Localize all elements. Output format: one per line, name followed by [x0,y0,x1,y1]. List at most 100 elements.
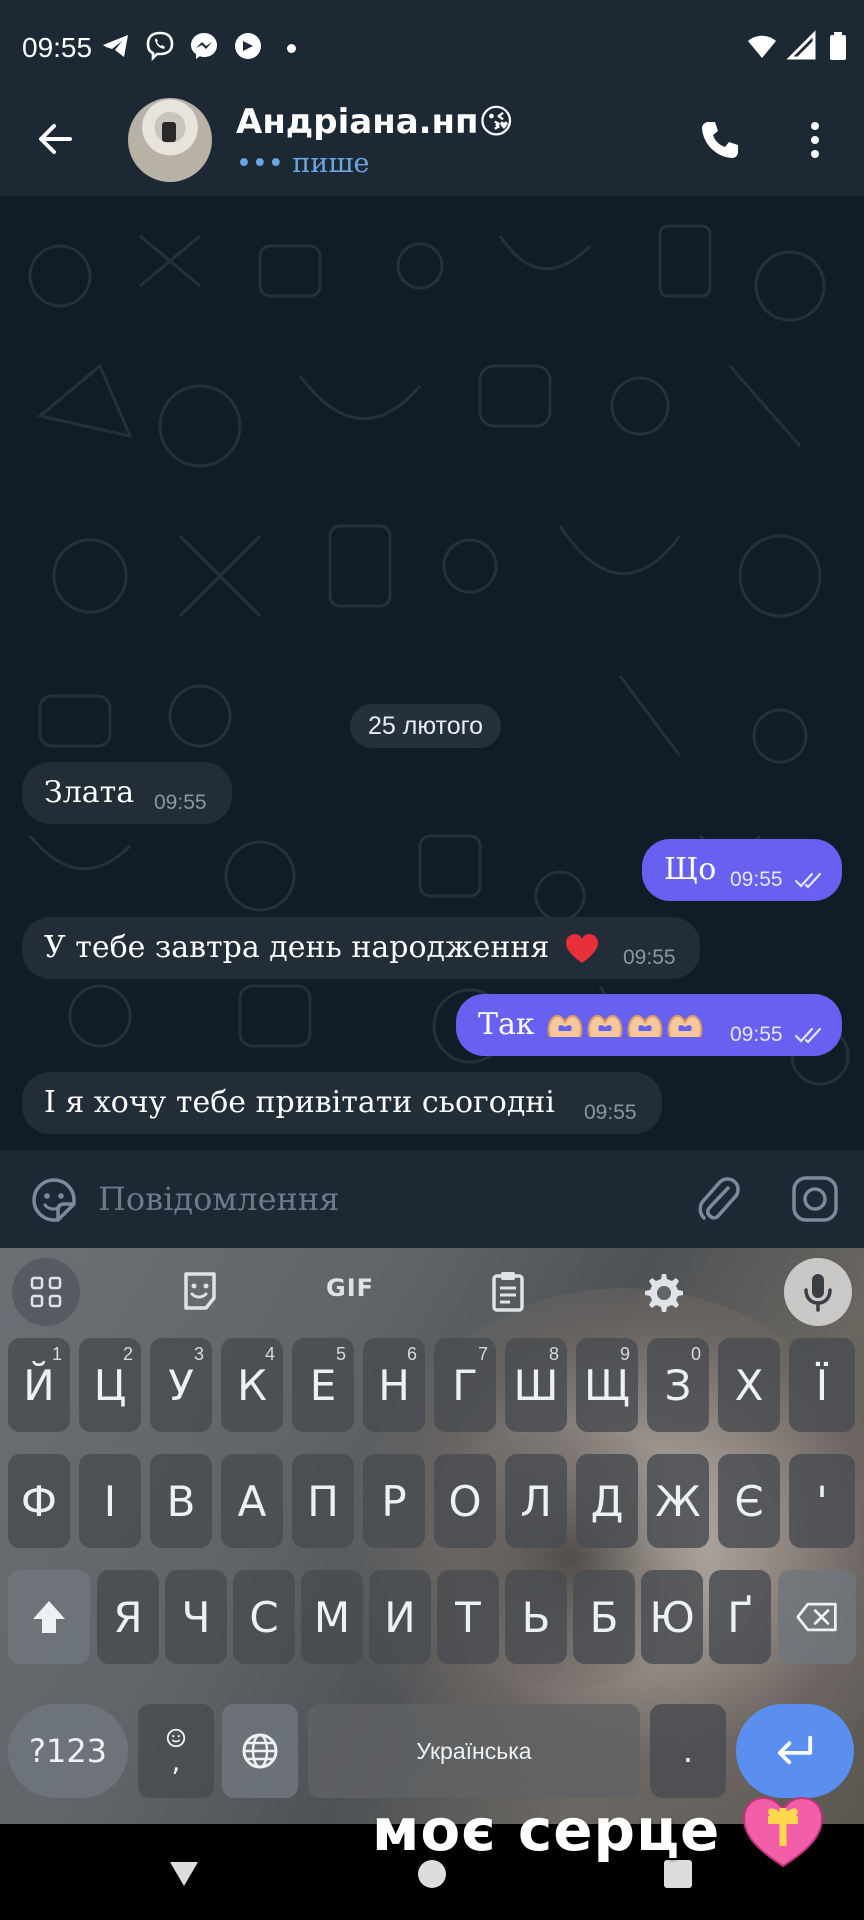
key-row2-8[interactable]: Л [505,1454,567,1548]
message-text: У тебе завтра день народження [44,930,550,965]
wifi-icon [748,35,776,58]
typing-status: ••• пише [236,148,370,179]
key-row2-9[interactable]: Д [576,1454,638,1548]
more-notifications-dot [287,44,296,53]
microphone-icon[interactable] [784,1258,852,1326]
message-incoming[interactable]: У тебе завтра день народження 09:55 [22,917,700,979]
message-time: 09:55 [623,946,676,969]
chat-area[interactable]: 25 лютого Злата 09:55 Що 09:55 У тебе за… [0,196,864,1150]
key-row1-11[interactable]: Х [718,1338,780,1432]
key-row3-4[interactable]: М [301,1570,363,1664]
key-row1-10[interactable]: З0 [647,1338,709,1432]
message-incoming[interactable]: Злата 09:55 [22,762,232,824]
apps-grid-icon[interactable] [12,1258,80,1326]
battery-icon [830,32,846,60]
on-screen-keyboard: GIF Й1 Ц2 У3 К4 Е5 Н6 Г7 Ш8 Щ9 З0 Х Ї Ф … [0,1248,864,1824]
message-incoming[interactable]: І я хочу тебе привітати сьогодні 09:55 [22,1072,662,1134]
emoji-comma-key[interactable]: , [138,1704,214,1798]
key-row3-1[interactable]: Я [97,1570,159,1664]
date-chip: 25 лютого [350,704,502,748]
space-key[interactable]: Українська [308,1704,640,1798]
key-row1-7[interactable]: Г7 [434,1338,496,1432]
heart-hands-emoji [667,1014,703,1037]
heart-hands-emoji [547,1014,583,1037]
key-row2-7[interactable]: О [434,1454,496,1548]
key-row1-3[interactable]: У3 [150,1338,212,1432]
contact-avatar[interactable] [128,98,212,182]
key-row1-2[interactable]: Ц2 [79,1338,141,1432]
message-time: 09:55 [730,1023,783,1046]
enter-key[interactable] [736,1704,854,1798]
key-row2-1[interactable]: Ф [8,1454,70,1548]
key-row2-12[interactable]: ' [789,1454,855,1548]
red-heart-emoji [565,933,598,963]
clipboard-icon[interactable] [474,1258,542,1326]
enter-arrow-icon [777,1735,813,1765]
viber-icon [146,31,174,62]
key-row1-1[interactable]: Й1 [8,1338,70,1432]
key-row2-10[interactable]: Ж [647,1454,709,1548]
key-row2-6[interactable]: Р [363,1454,425,1548]
heart-with-ribbon-emoji [742,1796,824,1868]
message-time: 09:55 [154,791,207,814]
key-row1-4[interactable]: К4 [221,1338,283,1432]
sticker-icon[interactable] [166,1258,234,1326]
key-row3-9[interactable]: Ю [641,1570,703,1664]
message-time: 09:55 [730,868,783,891]
signal-icon [786,30,816,60]
key-row2-2[interactable]: І [79,1454,141,1548]
key-row3-6[interactable]: Т [437,1570,499,1664]
heart-hands-emoji [587,1014,623,1037]
message-outgoing[interactable]: Що 09:55 [642,839,842,901]
shift-key[interactable] [8,1570,90,1664]
key-row2-4[interactable]: А [221,1454,283,1548]
key-row3-10[interactable]: Ґ [709,1570,771,1664]
key-row1-9[interactable]: Щ9 [576,1338,638,1432]
key-row3-7[interactable]: Ь [505,1570,567,1664]
comma-label: , [171,1745,181,1778]
contact-name[interactable]: Андріана.нп😘 [236,102,514,142]
symbols-key[interactable]: ?123 [8,1704,128,1798]
message-composer [0,1150,864,1248]
message-text: Так [478,1007,535,1042]
chat-header: Андріана.нп😘 ••• пише [0,96,864,196]
overlay-caption: моє серце [372,1796,721,1864]
key-row1-8[interactable]: Ш8 [505,1338,567,1432]
key-row2-5[interactable]: П [292,1454,354,1548]
sticker-emoji-icon[interactable] [30,1176,78,1224]
back-arrow-icon[interactable] [30,114,80,164]
heart-hands-emoji [627,1014,663,1037]
period-key[interactable]: . [650,1704,726,1798]
key-row1-6[interactable]: Н6 [363,1338,425,1432]
key-row3-5[interactable]: И [369,1570,431,1664]
globe-icon [242,1733,278,1769]
key-row1-12[interactable]: Ї [789,1338,855,1432]
key-row3-3[interactable]: С [233,1570,295,1664]
read-checks-icon [794,872,822,889]
key-row3-2[interactable]: Ч [165,1570,227,1664]
key-row1-5[interactable]: Е5 [292,1338,354,1432]
gif-button[interactable]: GIF [326,1274,374,1302]
language-key[interactable] [222,1704,298,1798]
key-row3-8[interactable]: Б [573,1570,635,1664]
helo-icon [235,33,261,59]
camera-icon[interactable] [790,1174,840,1224]
more-vert-icon[interactable] [800,118,830,162]
key-row2-3[interactable]: В [150,1454,212,1548]
status-time: 09:55 [22,32,93,63]
settings-gear-icon[interactable] [628,1258,696,1326]
nav-recents-button[interactable] [664,1860,692,1888]
telegram-icon [103,35,128,57]
phone-icon[interactable] [696,116,744,164]
read-checks-icon [794,1027,822,1044]
nav-home-button[interactable] [418,1860,446,1888]
message-input[interactable] [98,1176,658,1222]
status-bar: 09:55 [0,0,864,96]
message-outgoing[interactable]: Так 09:55 [456,994,842,1056]
nav-back-icon[interactable] [168,1860,200,1888]
attach-paperclip-icon[interactable] [694,1174,742,1226]
message-text: Злата [44,775,135,810]
key-row2-11[interactable]: Є [718,1454,780,1548]
message-text: І я хочу тебе привітати сьогодні [44,1085,555,1120]
backspace-key[interactable] [778,1570,856,1664]
